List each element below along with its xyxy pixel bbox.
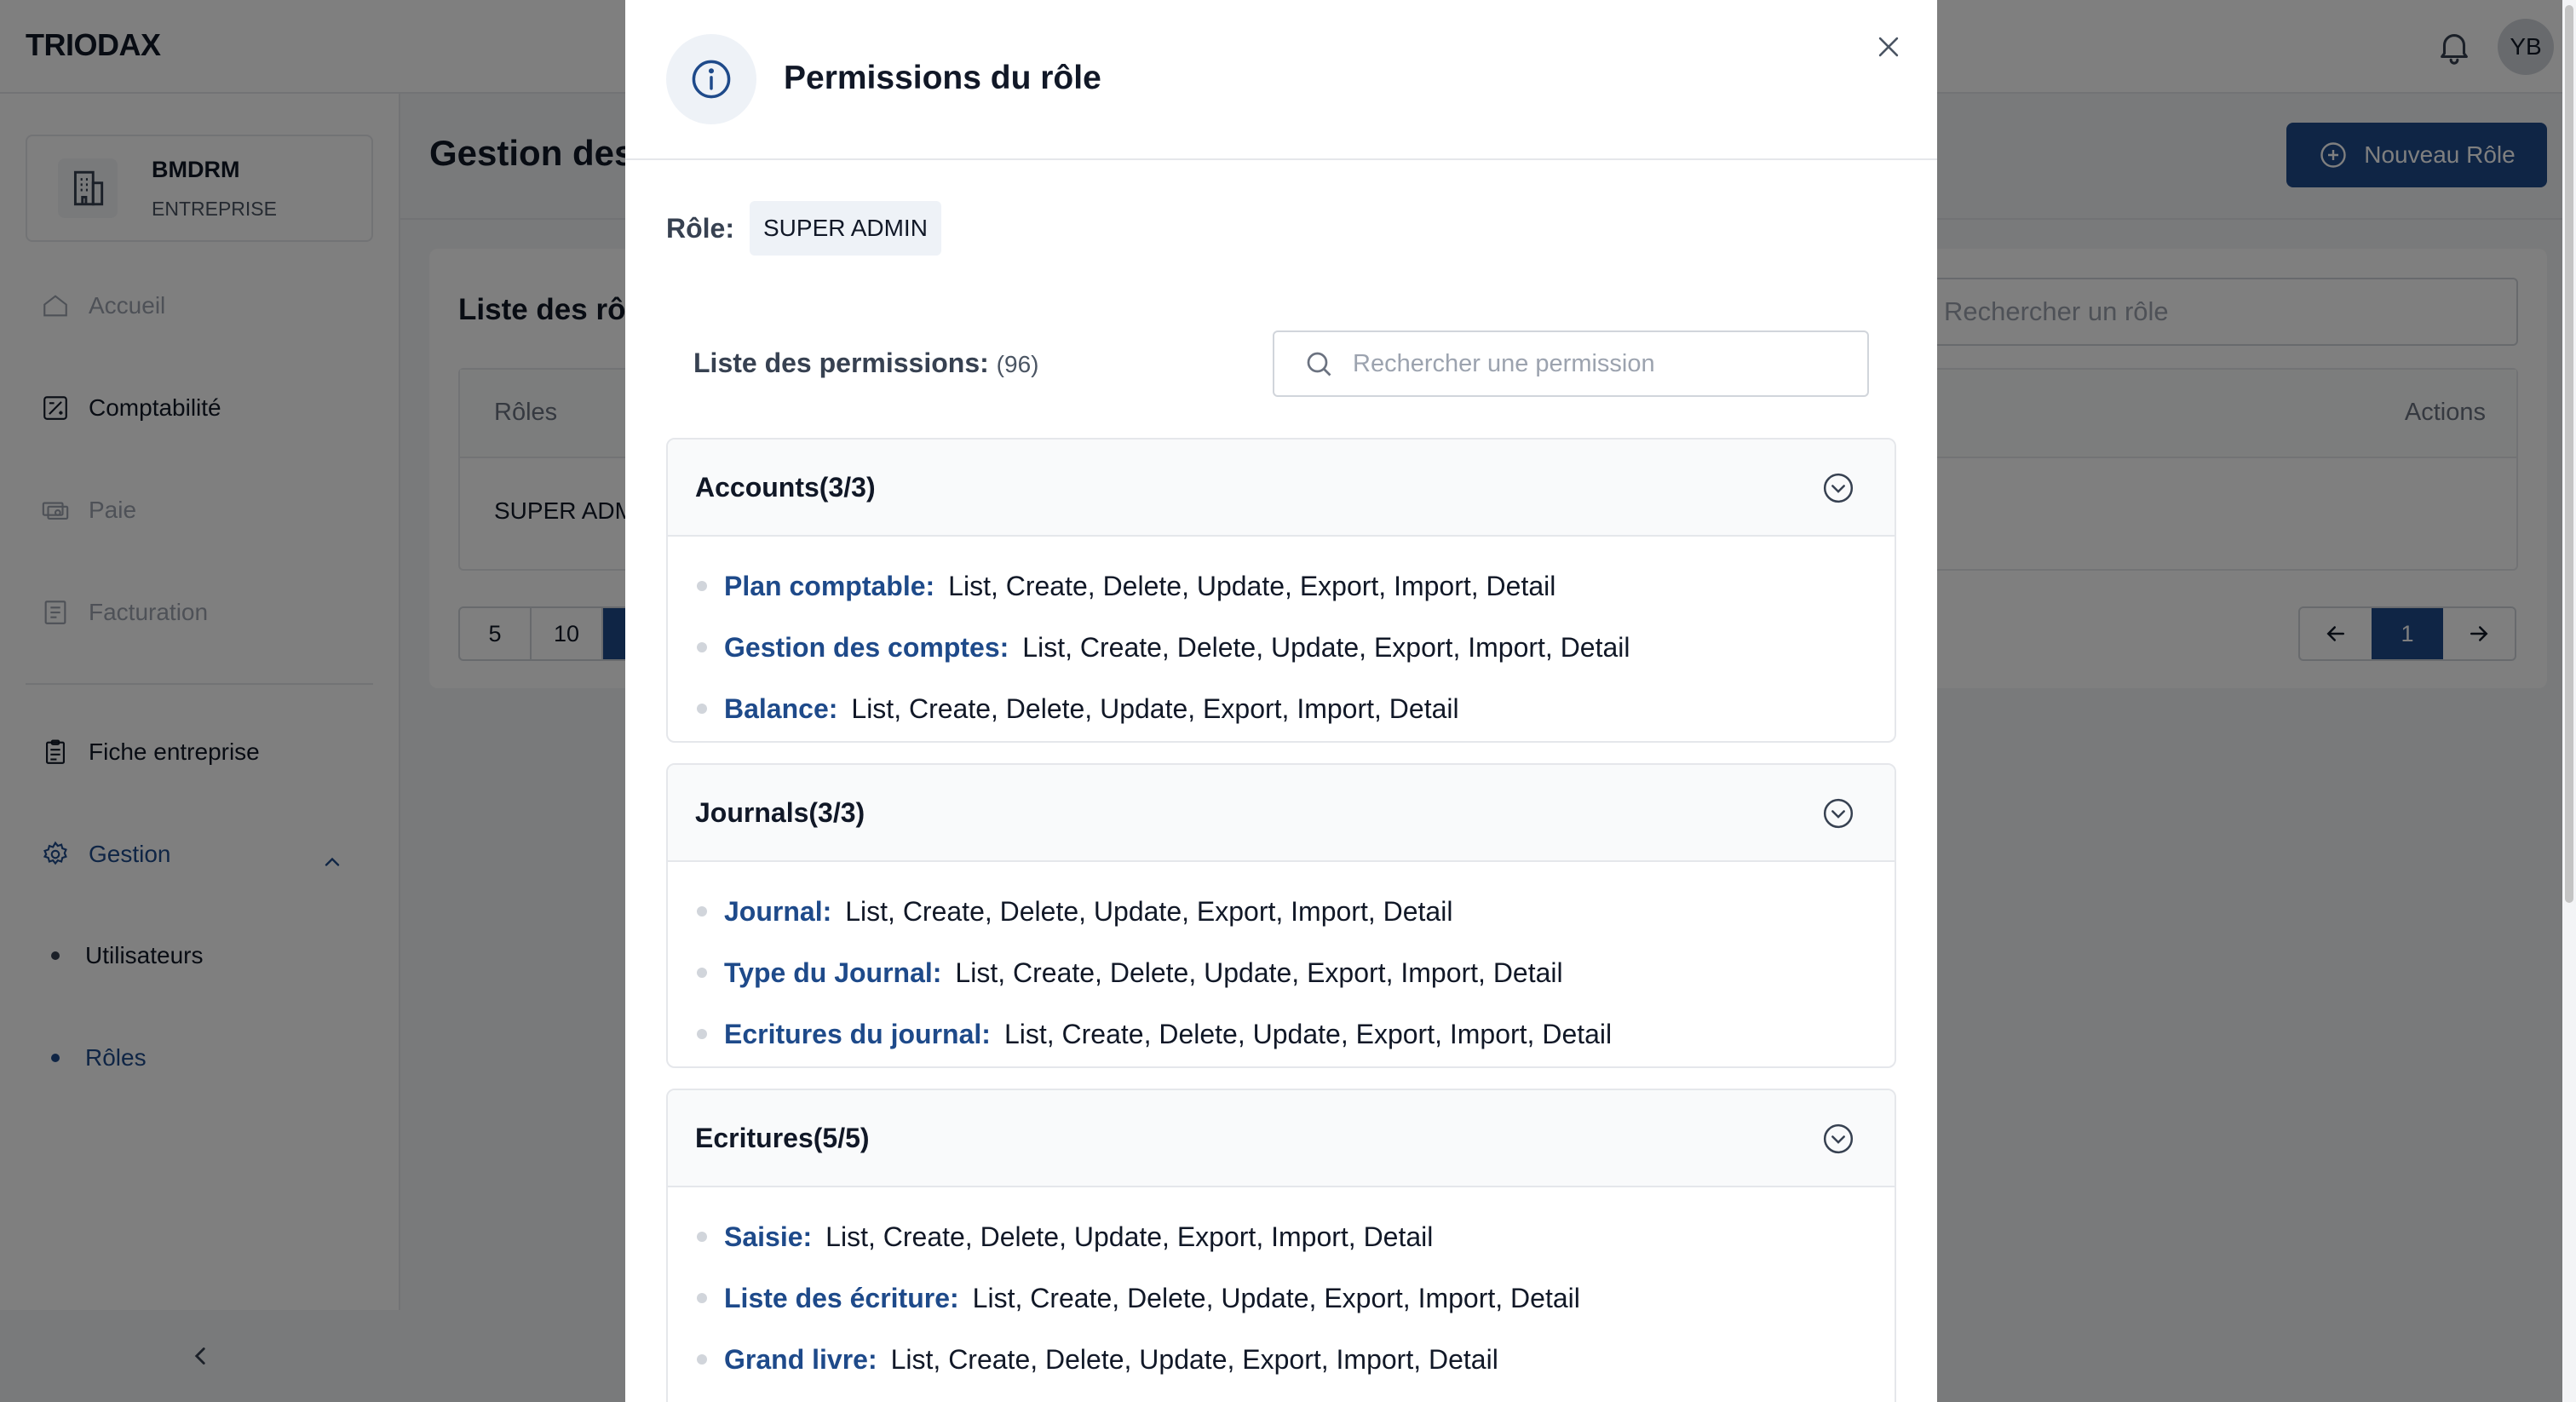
permission-name: Liste des écriture: xyxy=(724,1282,959,1313)
permission-section-journals: Journals(3/3) Journal: List, Create, Dele… xyxy=(666,763,1896,1068)
bullet-dot xyxy=(697,704,707,714)
section-header[interactable]: Ecritures(5/5) xyxy=(668,1090,1895,1187)
permission-section-accounts: Accounts(3/3) Plan comptable: List, Creat… xyxy=(666,438,1896,743)
modal-header: Permissions du rôle xyxy=(625,0,1937,160)
bullet-dot xyxy=(697,968,707,978)
permissions-list-title: Liste des permissions: xyxy=(693,348,989,378)
section-body: Plan comptable: List, Create, Delete, Upd… xyxy=(668,537,1895,739)
permission-row: Saisie: List, Create, Delete, Update, Exp… xyxy=(668,1206,1895,1267)
permission-row: Grand livre: List, Create, Delete, Update… xyxy=(668,1329,1895,1390)
section-body: Journal: List, Create, Delete, Update, Ex… xyxy=(668,862,1895,1065)
bullet-dot xyxy=(697,906,707,916)
permission-actions: List, Create, Delete, Update, Export, Im… xyxy=(972,1282,1580,1313)
permissions-modal: Permissions du rôle Rôle: SUPER ADMIN Li… xyxy=(625,0,1937,1402)
permission-actions: List, Create, Delete, Update, Export, Im… xyxy=(1003,1018,1613,1049)
close-icon[interactable] xyxy=(1874,32,1903,61)
chevron-down-circle-icon[interactable] xyxy=(1821,471,1855,505)
permission-actions: List, Create, Delete, Update, Export, Im… xyxy=(948,570,1556,601)
permission-row: Journal: List, Create, Delete, Update, Ex… xyxy=(668,881,1895,942)
section-title: Accounts(3/3) xyxy=(695,472,876,503)
permission-name: Journal: xyxy=(724,895,832,927)
search-icon xyxy=(1307,352,1331,376)
permission-actions: List, Create, Delete, Update, Export, Im… xyxy=(1022,631,1630,663)
permission-actions: List, Create, Delete, Update, Export, Im… xyxy=(851,692,1459,724)
bullet-dot xyxy=(697,1293,707,1303)
bullet-dot xyxy=(697,1354,707,1365)
permission-row: Type du Journal: List, Create, Delete, Up… xyxy=(668,942,1895,1003)
role-badge: SUPER ADMIN xyxy=(750,201,941,256)
permissions-count: (96) xyxy=(996,351,1039,377)
permission-search-placeholder: Rechercher une permission xyxy=(1353,349,1655,377)
permission-row: Ecritures du journal: List, Create, Delet… xyxy=(668,1003,1895,1065)
section-title: Journals(3/3) xyxy=(695,797,865,828)
permission-name: Grand livre: xyxy=(724,1343,877,1375)
chevron-down-circle-icon[interactable] xyxy=(1821,1122,1855,1156)
permission-row: Liste des écriture: List, Create, Delete,… xyxy=(668,1267,1895,1329)
permission-name: Gestion des comptes: xyxy=(724,631,1009,663)
permission-name: Plan comptable: xyxy=(724,570,935,601)
permission-actions: List, Create, Delete, Update, Export, Im… xyxy=(955,957,1563,988)
page-scrollbar[interactable] xyxy=(2562,0,2576,1402)
permission-name: Ecritures du journal: xyxy=(724,1018,991,1049)
scrollbar-thumb[interactable] xyxy=(2565,5,2573,903)
permission-row: Gestion des comptes: List, Create, Delete… xyxy=(668,617,1895,678)
permission-name: Balance: xyxy=(724,692,838,724)
permission-section-ecritures: Ecritures(5/5) Saisie: List, Create, Dele… xyxy=(666,1089,1896,1402)
role-label: Rôle: xyxy=(666,212,734,244)
section-header[interactable]: Accounts(3/3) xyxy=(668,440,1895,537)
permission-name: Type du Journal: xyxy=(724,957,942,988)
section-header[interactable]: Journals(3/3) xyxy=(668,765,1895,862)
bullet-dot xyxy=(697,1029,707,1039)
permissions-list-label: Liste des permissions: (96) xyxy=(693,348,1038,379)
section-body: Saisie: List, Create, Delete, Update, Exp… xyxy=(668,1187,1895,1390)
bullet-dot xyxy=(697,581,707,591)
permission-row: Plan comptable: List, Create, Delete, Upd… xyxy=(668,555,1895,617)
permission-actions: List, Create, Delete, Update, Export, Im… xyxy=(845,895,1453,927)
permission-row: Balance: List, Create, Delete, Update, Ex… xyxy=(668,678,1895,739)
permission-search-input[interactable]: Rechercher une permission xyxy=(1273,330,1869,397)
bullet-dot xyxy=(697,1232,707,1242)
permission-actions: List, Create, Delete, Update, Export, Im… xyxy=(890,1343,1498,1375)
chevron-down-circle-icon[interactable] xyxy=(1821,796,1855,830)
permission-actions: List, Create, Delete, Update, Export, Im… xyxy=(825,1221,1434,1252)
info-icon xyxy=(666,34,756,124)
role-info: Rôle: SUPER ADMIN xyxy=(666,201,941,256)
modal-title: Permissions du rôle xyxy=(784,60,1101,96)
permission-name: Saisie: xyxy=(724,1221,813,1252)
section-title: Ecritures(5/5) xyxy=(695,1123,870,1153)
bullet-dot xyxy=(697,642,707,652)
